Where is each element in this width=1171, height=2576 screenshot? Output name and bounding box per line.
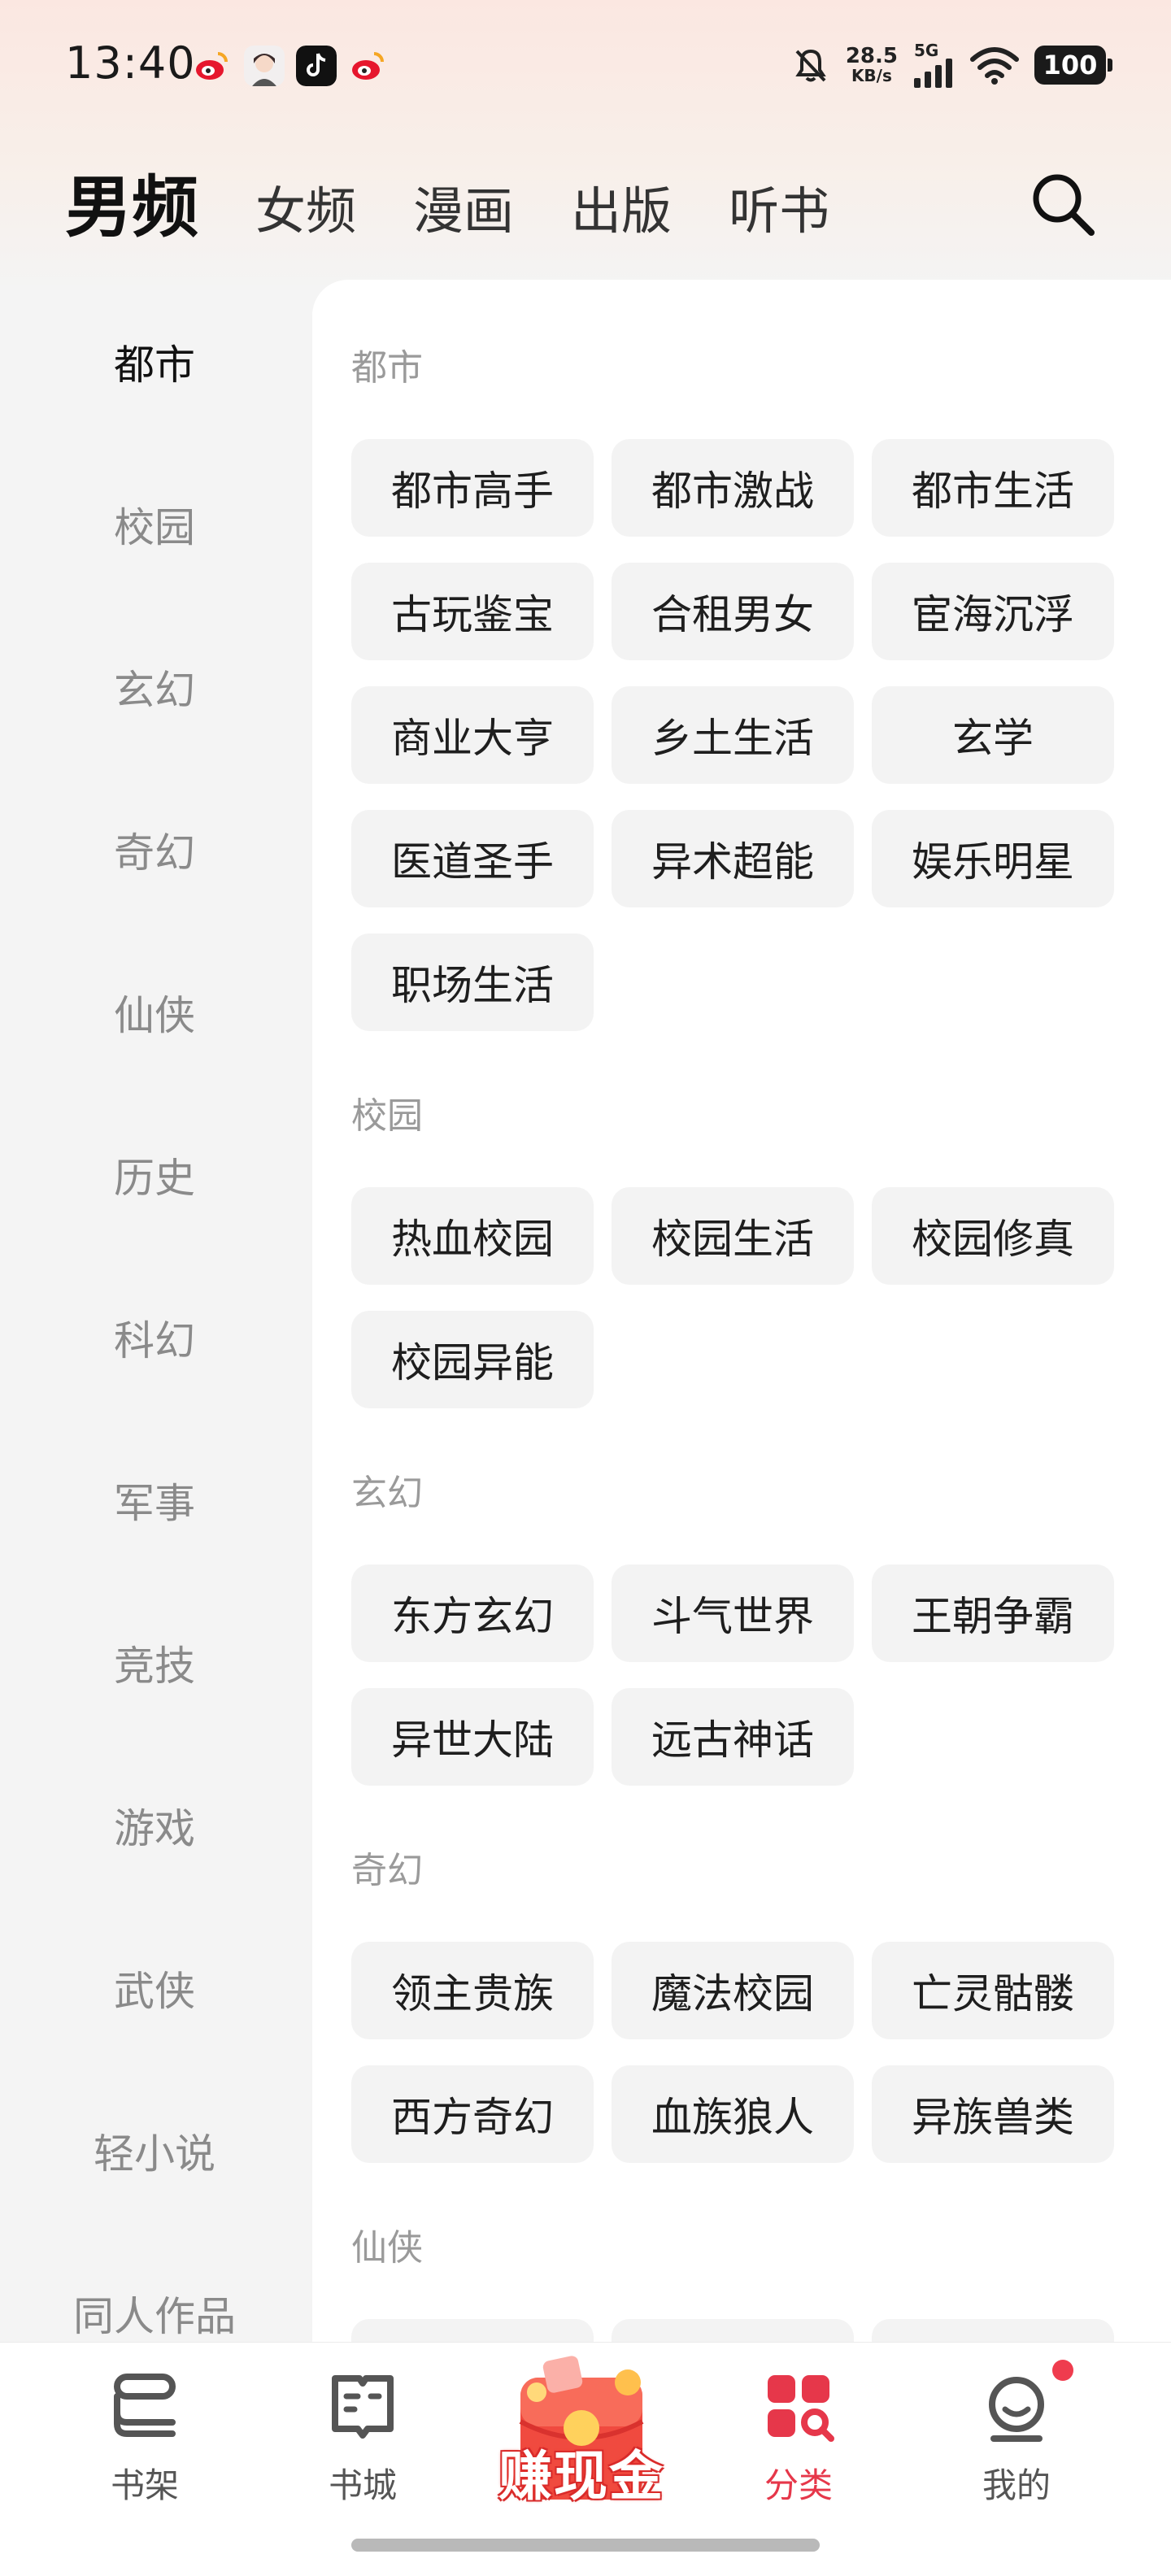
sidebar-item-kehuan[interactable]: 科幻 bbox=[0, 1289, 309, 1386]
tag-item[interactable]: 魔法校园 bbox=[612, 1942, 854, 2039]
tiktok-icon bbox=[296, 46, 337, 86]
sidebar-item-qihuan[interactable]: 奇幻 bbox=[0, 801, 309, 899]
wifi-icon bbox=[970, 47, 1019, 85]
tag-item[interactable]: 斗气世界 bbox=[612, 1564, 854, 1662]
category-icon bbox=[768, 2375, 834, 2442]
tag-item[interactable]: 异世大陆 bbox=[351, 1688, 594, 1786]
tag-item[interactable]: 亡灵骷髅 bbox=[872, 1942, 1114, 2039]
promo-label: 赚现金 bbox=[498, 2445, 664, 2508]
sidebar-item-wuxia[interactable]: 武侠 bbox=[0, 1939, 309, 2037]
network-type: 5G bbox=[914, 41, 939, 60]
tag-item[interactable]: 玄学 bbox=[872, 686, 1114, 784]
search-icon[interactable] bbox=[1026, 168, 1099, 241]
status-bar: 13:40 28.5 KB/s 5G 100 bbox=[0, 0, 1171, 130]
weibo-icon bbox=[352, 52, 384, 80]
tag-item[interactable]: 远古神话 bbox=[612, 1688, 854, 1786]
book-city-icon bbox=[332, 2375, 394, 2439]
sidebar-item-xianxia[interactable]: 仙侠 bbox=[0, 964, 309, 1061]
tag-item[interactable]: 都市激战 bbox=[612, 439, 854, 537]
tag-item[interactable]: 医道圣手 bbox=[351, 810, 594, 907]
tag-item[interactable]: 合租男女 bbox=[612, 563, 854, 660]
tag-item[interactable]: 血族狼人 bbox=[612, 2065, 854, 2163]
sidebar-item-youxi[interactable]: 游戏 bbox=[0, 1777, 309, 1874]
home-indicator[interactable] bbox=[351, 2539, 820, 2552]
profile-icon bbox=[989, 2377, 1044, 2442]
signal-icon bbox=[914, 59, 952, 88]
battery-level: 100 bbox=[1043, 50, 1098, 80]
tag-item[interactable]: 古玩鉴宝 bbox=[351, 563, 594, 660]
sidebar-item-lishi[interactable]: 历史 bbox=[0, 1126, 309, 1224]
nav-label: 我的 bbox=[982, 2465, 1051, 2505]
tag-item[interactable]: 乡土生活 bbox=[612, 686, 854, 784]
earn-cash-promo-button[interactable]: 赚现金 bbox=[488, 2350, 675, 2513]
tag-item[interactable]: 校园修真 bbox=[872, 1187, 1114, 1285]
tab-comics[interactable]: 漫画 bbox=[413, 186, 514, 248]
tab-audiobooks[interactable]: 听书 bbox=[729, 186, 829, 248]
tag-item[interactable]: 娱乐明星 bbox=[872, 810, 1114, 907]
tag-item[interactable]: 职场生活 bbox=[351, 933, 594, 1031]
battery-icon: 100 bbox=[1034, 46, 1112, 85]
weibo-icon bbox=[196, 52, 228, 80]
tab-male[interactable]: 男频 bbox=[65, 175, 198, 248]
net-speed: 28.5 KB/s bbox=[846, 46, 898, 85]
sidebar-item-light-novel[interactable]: 轻小说 bbox=[0, 2102, 309, 2200]
tag-item[interactable]: 都市高手 bbox=[351, 439, 594, 537]
section-title: 都市 bbox=[351, 347, 423, 389]
section-title: 奇幻 bbox=[351, 1850, 423, 1891]
nav-label: 分类 bbox=[764, 2465, 833, 2505]
category-sidebar: 都市 校园 玄幻 奇幻 仙侠 历史 科幻 军事 竞技 游戏 武侠 轻小说 同人作… bbox=[0, 276, 309, 2342]
sidebar-item-jingji[interactable]: 竞技 bbox=[0, 1614, 309, 1712]
tab-publishing[interactable]: 出版 bbox=[571, 186, 672, 248]
sidebar-item-junshi[interactable]: 军事 bbox=[0, 1451, 309, 1549]
channel-tabs: 男频 女频 漫画 出版 听书 bbox=[65, 167, 886, 248]
nav-book-city[interactable]: 书城 bbox=[281, 2367, 444, 2513]
nav-profile[interactable]: 我的 bbox=[935, 2367, 1098, 2513]
nav-category[interactable]: 分类 bbox=[717, 2367, 880, 2513]
tab-female[interactable]: 女频 bbox=[255, 186, 356, 248]
subcategory-panel: 都市 都市高手 都市激战 都市生活 古玩鉴宝 合租男女 宦海沉浮 商业大亨 乡土… bbox=[312, 280, 1171, 2394]
tag-item[interactable]: 西方奇幻 bbox=[351, 2065, 594, 2163]
signal-indicator: 5G bbox=[912, 42, 955, 88]
section-title: 玄幻 bbox=[351, 1473, 423, 1514]
mute-bell-icon bbox=[795, 49, 826, 82]
tag-item[interactable]: 都市生活 bbox=[872, 439, 1114, 537]
tag-item[interactable]: 异术超能 bbox=[612, 810, 854, 907]
net-speed-unit: KB/s bbox=[851, 66, 892, 85]
sidebar-item-xuanhuan[interactable]: 玄幻 bbox=[0, 638, 309, 736]
tag-item[interactable]: 商业大亨 bbox=[351, 686, 594, 784]
sidebar-item-dushi[interactable]: 都市 bbox=[0, 313, 309, 411]
tag-item[interactable]: 异族兽类 bbox=[872, 2065, 1114, 2163]
section-title: 仙侠 bbox=[351, 2227, 423, 2269]
tag-item[interactable]: 东方玄幻 bbox=[351, 1564, 594, 1662]
status-time: 13:40 bbox=[65, 37, 196, 89]
sidebar-item-xiaoyuan[interactable]: 校园 bbox=[0, 476, 309, 573]
tag-item[interactable]: 王朝争霸 bbox=[872, 1564, 1114, 1662]
tag-item[interactable]: 校园异能 bbox=[351, 1311, 594, 1408]
nav-label: 书架 bbox=[110, 2465, 179, 2505]
bookshelf-icon bbox=[114, 2374, 176, 2437]
section-title: 校园 bbox=[351, 1095, 423, 1137]
tag-item[interactable]: 热血校园 bbox=[351, 1187, 594, 1285]
tag-item[interactable]: 宦海沉浮 bbox=[872, 563, 1114, 660]
tag-item[interactable]: 校园生活 bbox=[612, 1187, 854, 1285]
notification-badge bbox=[1052, 2360, 1073, 2381]
net-speed-value: 28.5 bbox=[845, 44, 898, 68]
nav-bookshelf[interactable]: 书架 bbox=[63, 2367, 226, 2513]
nav-label: 书城 bbox=[328, 2465, 397, 2505]
tag-item[interactable]: 领主贵族 bbox=[351, 1942, 594, 2039]
avatar-app-icon bbox=[244, 46, 285, 86]
